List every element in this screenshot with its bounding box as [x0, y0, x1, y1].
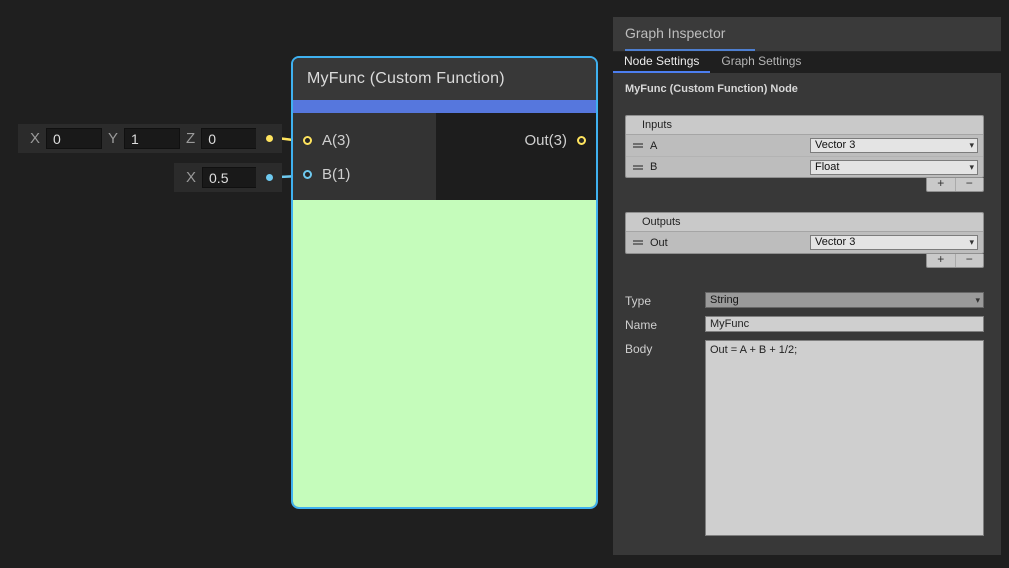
drag-handle-icon[interactable]	[633, 143, 643, 148]
type-row: Type String ▾	[625, 292, 984, 308]
custom-function-node[interactable]: MyFunc (Custom Function) A(3) B(1) Out(3…	[291, 56, 598, 509]
dropdown-value: Vector 3	[815, 139, 969, 152]
type-dropdown[interactable]: String ▾	[705, 292, 984, 308]
graph-inspector-panel: Graph Inspector Node Settings Graph Sett…	[613, 17, 1001, 555]
body-label: Body	[625, 340, 705, 356]
node-title: MyFunc (Custom Function)	[307, 70, 505, 88]
port-row-a: A(3)	[293, 123, 436, 157]
port-row-b: B(1)	[293, 157, 436, 191]
node-input-ports: A(3) B(1)	[293, 113, 436, 200]
add-output-button[interactable]: +	[927, 254, 955, 267]
dropdown-value: String	[710, 294, 975, 307]
port-out-socket-icon[interactable]	[577, 136, 586, 145]
float-connector[interactable]	[256, 163, 282, 192]
output-row-name: Out	[650, 237, 668, 249]
chevron-down-icon: ▾	[969, 237, 974, 248]
list-item[interactable]: B Float ▾	[626, 156, 983, 177]
drag-handle-icon[interactable]	[633, 165, 643, 170]
node-preview	[293, 200, 596, 507]
vector3-x-field[interactable]	[46, 128, 102, 149]
outputs-list-header: Outputs	[626, 213, 983, 232]
port-b-socket-icon[interactable]	[303, 170, 312, 179]
outputs-add-remove: + −	[926, 254, 984, 268]
node-settings-heading: MyFunc (Custom Function) Node	[625, 83, 984, 95]
output-out-type-dropdown[interactable]: Vector 3 ▾	[810, 235, 978, 250]
chevron-down-icon: ▾	[969, 140, 974, 151]
type-label: Type	[625, 292, 705, 308]
inputs-list-header: Inputs	[626, 116, 983, 135]
vector3-y-field[interactable]	[124, 128, 180, 149]
list-item[interactable]: A Vector 3 ▾	[626, 135, 983, 156]
add-input-button[interactable]: +	[927, 178, 955, 191]
port-row-out: Out(3)	[436, 123, 596, 157]
inspector-tabbar: Node Settings Graph Settings	[613, 52, 1001, 73]
input-row-name: B	[650, 161, 657, 173]
tab-node-settings[interactable]: Node Settings	[613, 52, 710, 73]
inputs-list-footer: + −	[625, 178, 984, 192]
float-x-label: X	[186, 169, 196, 186]
name-label: Name	[625, 316, 705, 332]
port-out-label: Out(3)	[524, 132, 567, 149]
float-output-dot-icon[interactable]	[266, 174, 273, 181]
vector3-z-field[interactable]	[201, 128, 257, 149]
inputs-list: Inputs A Vector 3 ▾ B Float ▾	[625, 115, 984, 178]
remove-output-button[interactable]: −	[955, 254, 984, 267]
list-item[interactable]: Out Vector 3 ▾	[626, 232, 983, 253]
port-b-label: B(1)	[322, 166, 350, 183]
chevron-down-icon: ▾	[975, 295, 980, 306]
port-a-label: A(3)	[322, 132, 350, 149]
dropdown-value: Vector 3	[815, 236, 969, 249]
vector3-output-dot-icon[interactable]	[266, 135, 273, 142]
inspector-title: Graph Inspector	[625, 17, 755, 51]
drag-handle-icon[interactable]	[633, 240, 643, 245]
vector3-y-label: Y	[108, 130, 118, 147]
vector3-connector[interactable]	[256, 124, 282, 153]
port-a-socket-icon[interactable]	[303, 136, 312, 145]
node-port-area: A(3) B(1) Out(3)	[293, 113, 596, 200]
vector3-z-label: Z	[186, 130, 195, 147]
name-row: Name	[625, 316, 984, 332]
float-x-field[interactable]	[202, 167, 258, 188]
outputs-list: Outputs Out Vector 3 ▾	[625, 212, 984, 254]
inspector-content: MyFunc (Custom Function) Node Inputs A V…	[613, 73, 1001, 536]
body-field[interactable]: Out = A + B + 1/2;	[705, 340, 984, 536]
input-b-type-dropdown[interactable]: Float ▾	[810, 160, 978, 175]
inspector-titlebar[interactable]: Graph Inspector	[613, 17, 1001, 52]
tab-graph-settings[interactable]: Graph Settings	[710, 52, 812, 73]
node-precision-bar	[293, 100, 596, 113]
name-field[interactable]	[705, 316, 984, 332]
vector3-input-widget: X Y Z	[18, 124, 263, 153]
input-a-type-dropdown[interactable]: Vector 3 ▾	[810, 138, 978, 153]
body-row: Body Out = A + B + 1/2;	[625, 340, 984, 536]
chevron-down-icon: ▾	[969, 162, 974, 173]
node-header[interactable]: MyFunc (Custom Function)	[293, 58, 596, 100]
float-input-widget: X	[174, 163, 264, 192]
dropdown-value: Float	[815, 161, 969, 174]
remove-input-button[interactable]: −	[955, 178, 984, 191]
input-row-name: A	[650, 140, 657, 152]
node-output-ports: Out(3)	[436, 113, 596, 200]
outputs-list-footer: + −	[625, 254, 984, 268]
inputs-add-remove: + −	[926, 178, 984, 192]
vector3-x-label: X	[30, 130, 40, 147]
